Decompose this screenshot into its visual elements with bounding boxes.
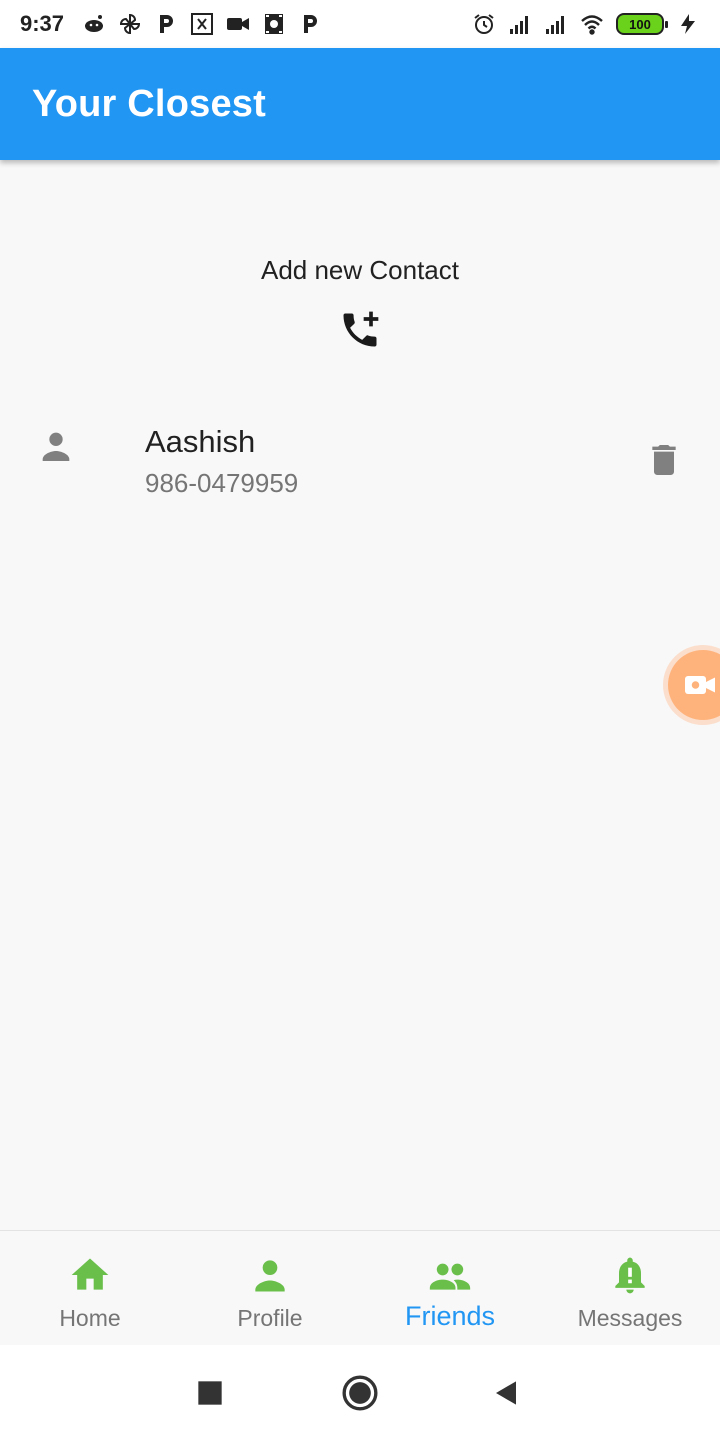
video-camera-icon — [226, 12, 250, 36]
video-camera-icon — [685, 676, 715, 694]
nav-label-profile: Profile — [237, 1305, 303, 1331]
add-contact-section[interactable]: Add new Contact — [0, 255, 720, 352]
system-navigation-bar — [0, 1345, 720, 1440]
status-bar: 9:37 100 — [0, 0, 720, 48]
alarm-icon — [472, 12, 496, 36]
nav-item-friends[interactable]: Friends — [360, 1231, 540, 1344]
bell-alert-icon — [608, 1253, 652, 1297]
wifi-icon — [580, 12, 604, 36]
home-circle-icon[interactable] — [340, 1373, 380, 1413]
delete-icon[interactable] — [644, 440, 684, 480]
person-icon — [248, 1253, 292, 1297]
add-call-icon[interactable] — [338, 308, 382, 352]
film-icon — [262, 12, 286, 36]
page-title: Your Closest — [32, 82, 266, 125]
signal-icon — [508, 12, 532, 36]
nav-item-profile[interactable]: Profile — [180, 1231, 360, 1344]
nav-label-messages: Messages — [577, 1305, 683, 1331]
signal-icon — [544, 12, 568, 36]
nav-item-messages[interactable]: Messages — [540, 1231, 720, 1344]
people-icon — [428, 1253, 472, 1297]
charging-icon — [676, 12, 700, 36]
contact-phone: 986-0479959 — [145, 468, 299, 498]
recents-square-icon[interactable] — [190, 1373, 230, 1413]
app-bar: Your Closest — [0, 48, 720, 160]
floating-recorder-button[interactable] — [668, 650, 720, 720]
status-time: 9:37 — [20, 11, 65, 36]
p-app-icon — [298, 12, 322, 36]
reddit-icon — [82, 12, 106, 36]
back-triangle-icon[interactable] — [486, 1373, 526, 1413]
x-box-icon — [190, 12, 214, 36]
contact-name: Aashish — [145, 424, 256, 459]
bottom-navigation: Home Profile Friends Messages — [0, 1230, 720, 1344]
add-contact-label[interactable]: Add new Contact — [261, 255, 459, 286]
home-icon — [68, 1253, 112, 1297]
nav-label-home: Home — [59, 1305, 121, 1331]
status-left: 9:37 — [20, 11, 322, 37]
status-right: 100 — [472, 12, 700, 36]
nav-label-friends: Friends — [404, 1301, 496, 1331]
p-app-icon — [154, 12, 178, 36]
nav-item-home[interactable]: Home — [0, 1231, 180, 1344]
pinwheel-icon — [118, 12, 142, 36]
battery-icon: 100 — [616, 13, 668, 35]
contact-list-item[interactable]: Aashish 986-0479959 — [0, 420, 720, 510]
person-icon — [36, 426, 76, 466]
